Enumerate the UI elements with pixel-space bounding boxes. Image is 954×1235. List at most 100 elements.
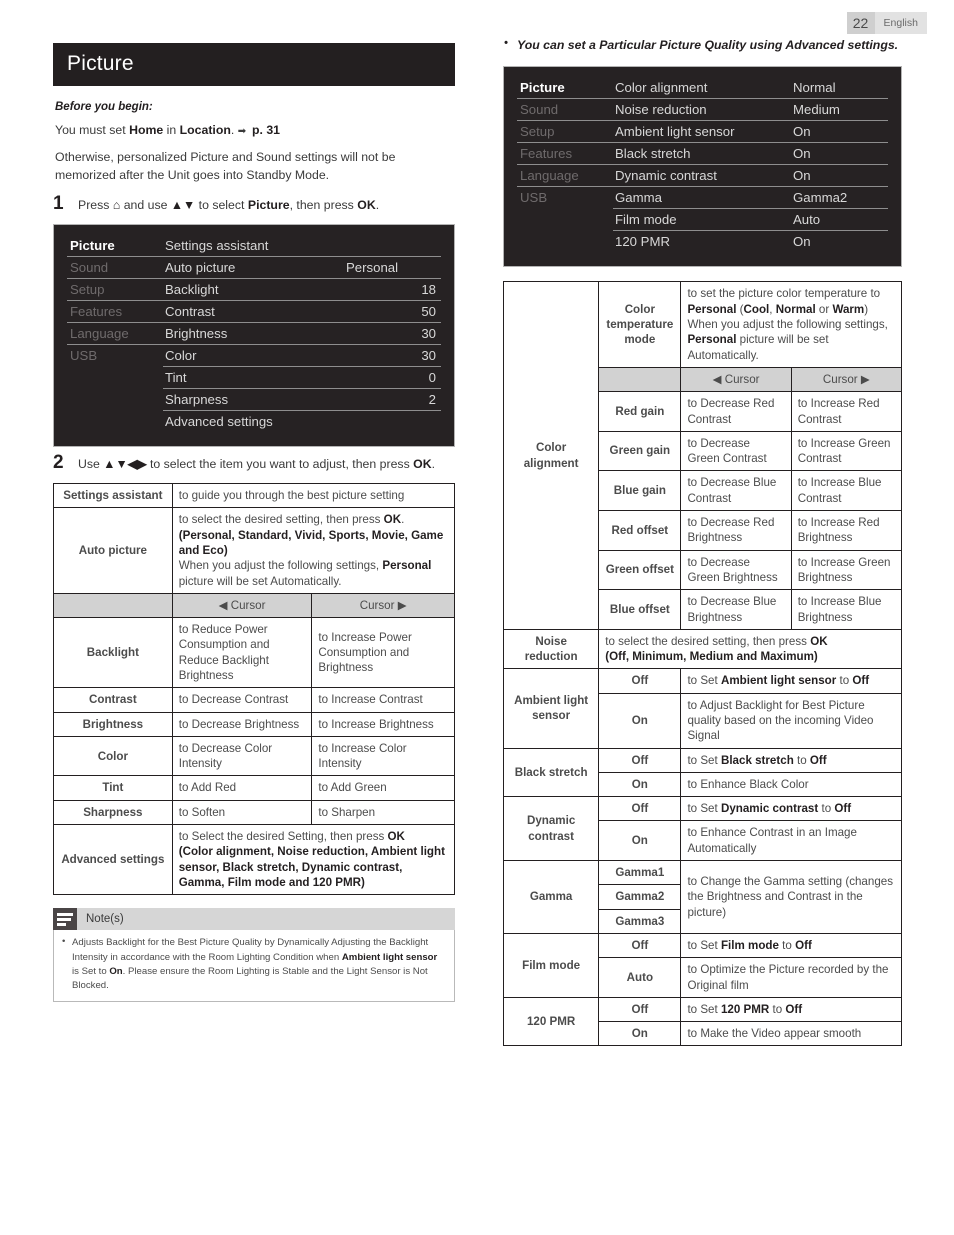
dc-off-pre: to Set: [687, 802, 721, 816]
step-2-text: Use ▲▼◀▶ to select the item you want to …: [78, 453, 435, 474]
step-2-number: 2: [53, 452, 64, 474]
osd-value: 0: [428, 370, 436, 386]
osd2-item-noise-reduction[interactable]: Noise reduction Medium: [613, 99, 888, 122]
row-key-color: Color: [53, 735, 173, 777]
row-right-red-gain: to Increase Red Contrast: [790, 391, 903, 432]
fm-off-bold: Film mode: [720, 938, 779, 952]
osd2-nav-setup[interactable]: Setup: [517, 121, 613, 144]
ap-l1-end: .: [401, 513, 405, 527]
ctm-open: (: [736, 302, 744, 316]
osd2-item-gamma[interactable]: Gamma Gamma2: [613, 187, 888, 210]
row-desc-settings-assistant: to guide you through the best picture se…: [171, 483, 456, 509]
osd2-nav-picture[interactable]: Picture: [517, 77, 613, 100]
picture-settings-table: Settings assistant to guide you through …: [53, 483, 456, 896]
osd-item-advanced-settings[interactable]: Advanced settings: [163, 411, 441, 433]
osd-item-brightness[interactable]: Brightness 30: [163, 323, 441, 346]
dc-off-desc: to Set Dynamic contrast to Off: [680, 796, 902, 822]
ctm-l1: to set the picture color temperature to: [687, 287, 881, 301]
osd2-nav-features[interactable]: Features: [517, 143, 613, 166]
osd2-item-ambient-light-sensor[interactable]: Ambient light sensor On: [613, 121, 888, 144]
row-desc-noise-reduction: to select the desired setting, then pres…: [598, 628, 902, 670]
row-key-noise-reduction: Noise reduction: [502, 628, 600, 670]
osd2-item-film-mode[interactable]: Film mode Auto: [613, 209, 888, 232]
adv-options: (Color alignment, Noise reduction, Ambie…: [178, 845, 445, 889]
osd-item-tint[interactable]: Tint 0: [163, 367, 441, 390]
table-row: Auto picture to select the desired setti…: [53, 507, 456, 594]
osd-label: Contrast: [165, 304, 215, 320]
table-row: Gamma Gamma1 to Change the Gamma setting…: [502, 860, 902, 934]
osd-item-sharpness[interactable]: Sharpness 2: [163, 389, 441, 412]
table-row: Tint to Add Red to Add Green: [53, 775, 455, 801]
osd2-item-dynamic-contrast[interactable]: Dynamic contrast On: [613, 165, 888, 188]
osd-item-auto-picture[interactable]: Auto picture Personal: [163, 257, 441, 280]
osd2-item-black-stretch[interactable]: Black stretch On: [613, 143, 888, 166]
osd-nav-setup[interactable]: Setup: [67, 279, 163, 302]
osd2-nav-sound[interactable]: Sound: [517, 99, 613, 122]
osd-value: On: [793, 234, 811, 250]
loc-mid: in: [163, 123, 180, 137]
row-left-blue-gain: to Decrease Blue Contrast: [680, 470, 792, 512]
osd2-item-120-pmr[interactable]: 120 PMR On: [613, 231, 888, 253]
row-left-red-gain: to Decrease Red Contrast: [680, 391, 792, 432]
s1-end: .: [375, 198, 380, 213]
bs-off-mid: to: [793, 753, 810, 767]
table-row: 120 PMR Off to Set 120 PMR to Off: [502, 996, 902, 1047]
dc-off-bold: Dynamic contrast: [720, 802, 819, 816]
osd-nav-spacer: [67, 367, 163, 379]
osd-value: On: [793, 124, 811, 140]
row-key-brightness: Brightness: [53, 711, 173, 737]
osd-nav-list: Picture Sound Setup Features Language US…: [67, 235, 163, 433]
osd-item-color[interactable]: Color 30: [163, 345, 441, 368]
note-bold-on: On: [109, 966, 123, 978]
osd-nav-language[interactable]: Language: [67, 323, 163, 346]
right-column: You can set a Particular Picture Quality…: [502, 36, 903, 1047]
row-key-ambient-light-sensor: Ambient light sensor: [502, 668, 600, 749]
ap-l1-ok: OK: [383, 513, 402, 527]
notes-body: Adjusts Backlight for the Best Picture Q…: [53, 930, 455, 1002]
osd-label: Noise reduction: [615, 102, 707, 118]
table-row: Ambient light sensor Off to Set Ambient …: [502, 668, 902, 749]
row-left-brightness: to Decrease Brightness: [171, 711, 313, 737]
osd-item-list: Settings assistant Auto picture Personal…: [163, 235, 441, 433]
row-left-tint: to Add Red: [171, 775, 313, 801]
osd2-nav-language[interactable]: Language: [517, 165, 613, 188]
osd-value: [346, 239, 441, 252]
note-post: . Please ensure the Room Lighting is Sta…: [72, 966, 428, 992]
osd-label: Color: [165, 348, 197, 364]
row-key-settings-assistant: Settings assistant: [53, 483, 173, 509]
osd2-nav-usb[interactable]: USB: [517, 187, 613, 209]
row-right-green-offset: to Increase Green Brightness: [790, 549, 903, 591]
dc-off-mid: to: [818, 802, 835, 816]
osd-nav-features[interactable]: Features: [67, 301, 163, 324]
nr-options: (Off, Minimum, Medium and Maximum): [605, 650, 818, 664]
osd-item-settings-assistant[interactable]: Settings assistant: [163, 235, 441, 258]
osd2-nav-list: Picture Sound Setup Features Language US…: [517, 77, 613, 253]
row-desc-auto-picture: to select the desired setting, then pres…: [171, 507, 456, 594]
osd-nav-usb[interactable]: USB: [67, 345, 163, 367]
cursor-right-header: Cursor ▶: [311, 592, 455, 619]
osd-value: On: [793, 168, 811, 184]
bs-on-desc: to Enhance Black Color: [680, 771, 902, 798]
osd2-item-color-alignment[interactable]: Color alignment Normal: [613, 77, 888, 100]
osd-nav-spacer2: [67, 379, 163, 391]
advanced-settings-table: Color alignment Color temperature mode t…: [502, 281, 903, 1047]
table-row: Advanced settings to Select the desired …: [53, 824, 456, 896]
cursor2-header-blank: [598, 366, 682, 393]
direction-keys-icon: ▲▼◀▶: [103, 457, 147, 472]
row-left-color: to Decrease Color Intensity: [171, 735, 313, 777]
table-row: Dynamic contrast Off to Set Dynamic cont…: [502, 796, 902, 862]
row-key-color-alignment: Color alignment: [502, 281, 600, 630]
osd-nav-picture[interactable]: Picture: [67, 235, 163, 258]
ctm-warm: Warm: [832, 302, 865, 316]
row-key-green-offset: Green offset: [598, 549, 682, 591]
bs-on-value: On: [598, 771, 682, 798]
osd-nav-sound[interactable]: Sound: [67, 257, 163, 280]
osd-item-backlight[interactable]: Backlight 18: [163, 279, 441, 302]
osd-item-contrast[interactable]: Contrast 50: [163, 301, 441, 324]
osd-label: Dynamic contrast: [615, 168, 717, 184]
pmr-off-pre: to Set: [687, 1002, 721, 1016]
row-key-sharpness: Sharpness: [53, 799, 173, 826]
pmr-off-value: Off: [598, 996, 682, 1023]
s1-ok: OK: [357, 198, 376, 213]
picture-menu-screenshot: Picture Sound Setup Features Language US…: [53, 224, 455, 448]
